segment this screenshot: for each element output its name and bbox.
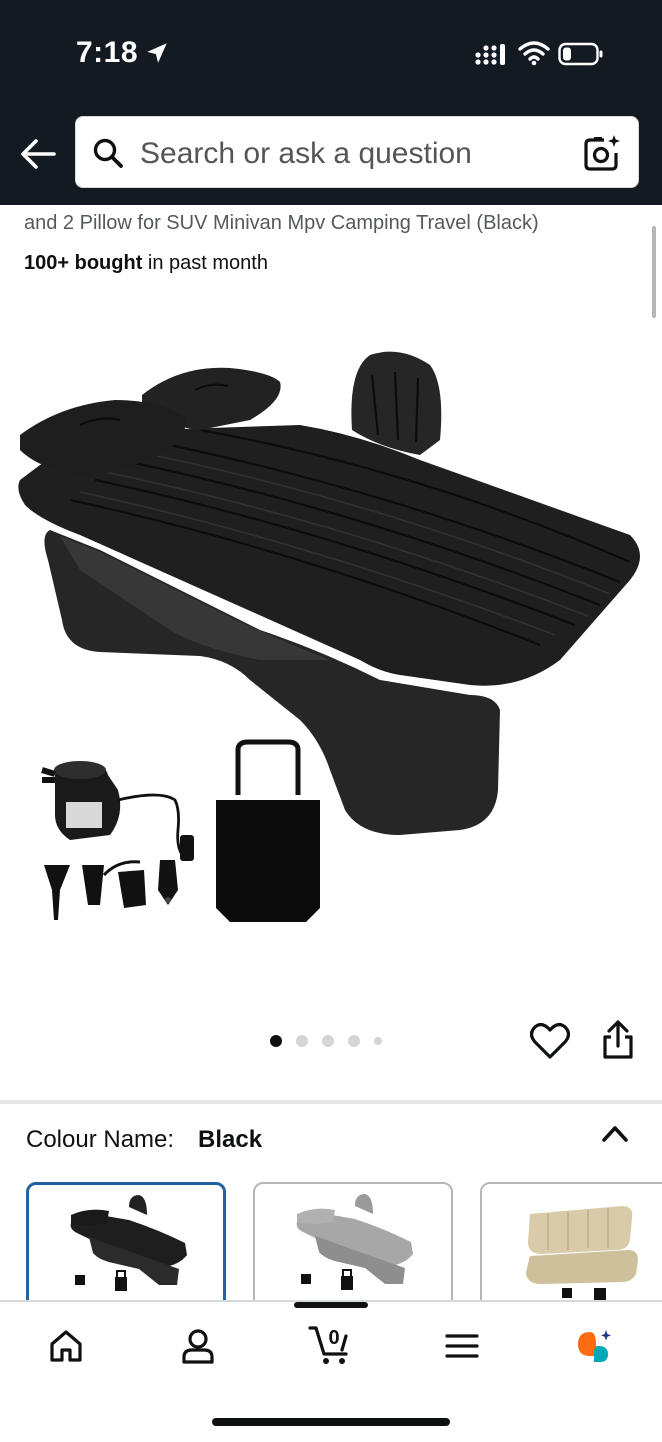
gallery-dot[interactable] — [296, 1035, 308, 1047]
cart-count: 0 — [328, 1327, 339, 1349]
battery-icon — [558, 42, 603, 66]
colour-name-label: Colour Name: — [26, 1126, 175, 1153]
search-bar[interactable]: Search or ask a question — [75, 116, 639, 188]
heart-icon[interactable] — [530, 1022, 570, 1060]
bought-count: 100+ bought in past month — [24, 252, 268, 275]
search-input[interactable]: Search or ask a question — [140, 137, 472, 171]
camera-lens-icon[interactable] — [582, 133, 622, 173]
location-arrow-icon — [147, 43, 167, 63]
rufus-icon[interactable] — [574, 1326, 614, 1366]
status-time: 7:18 — [76, 36, 139, 69]
cart-icon[interactable]: 0 — [308, 1322, 356, 1366]
bought-count-rest: in past month — [142, 252, 268, 274]
gallery-dot[interactable] — [322, 1035, 334, 1047]
gallery-pagination[interactable] — [270, 1034, 382, 1048]
gallery-dot[interactable] — [348, 1035, 360, 1047]
menu-icon[interactable] — [442, 1326, 482, 1366]
section-divider — [0, 1100, 662, 1104]
bought-count-bold: 100+ bought — [24, 252, 143, 274]
product-title[interactable]: and 2 Pillow for SUV Minivan Mpv Camping… — [24, 212, 539, 235]
account-icon[interactable] — [178, 1326, 218, 1366]
colour-name-value: Black — [198, 1126, 263, 1153]
chevron-up-icon[interactable] — [600, 1120, 630, 1146]
home-indicator[interactable] — [212, 1418, 450, 1426]
search-icon — [93, 138, 123, 168]
scrollbar[interactable] — [652, 226, 656, 318]
cellular-signal-icon — [475, 44, 505, 65]
product-image[interactable] — [0, 330, 662, 950]
top-header: 7:18 Search or ask a question — [0, 0, 662, 205]
wifi-icon — [518, 41, 550, 66]
active-tab-indicator — [294, 1302, 368, 1308]
share-icon[interactable] — [600, 1020, 636, 1060]
gallery-dot-active[interactable] — [270, 1035, 282, 1047]
home-icon[interactable] — [46, 1326, 86, 1366]
back-arrow-icon[interactable] — [18, 136, 58, 172]
gallery-dot[interactable] — [374, 1037, 382, 1045]
